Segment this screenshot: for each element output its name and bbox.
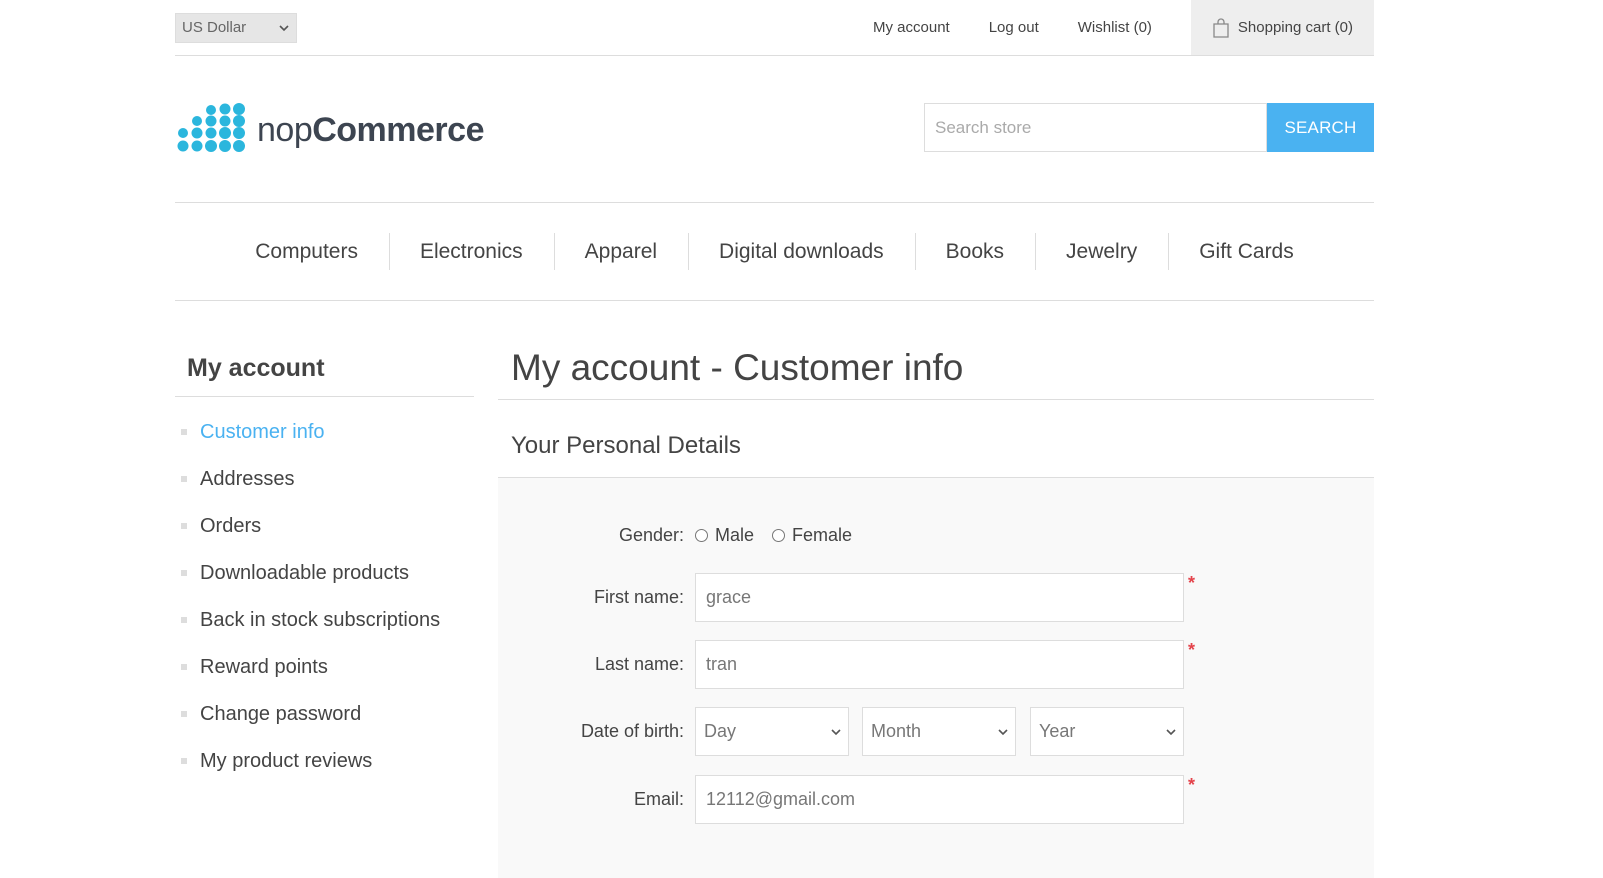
gender-female-option[interactable]: Female — [772, 525, 852, 546]
currency-value: US Dollar — [182, 19, 247, 36]
dob-month-select[interactable]: Month — [862, 707, 1016, 756]
menu-item-electronics[interactable]: Electronics — [388, 233, 554, 270]
top-menu: Computers Electronics Apparel Digital do… — [175, 202, 1374, 301]
logo-text: nopCommerce — [257, 110, 484, 149]
dob-label: Date of birth: — [580, 721, 684, 741]
dob-year-select[interactable]: Year — [1030, 707, 1184, 756]
dob-month-value: Month — [871, 721, 922, 741]
last-name-label: Last name: — [594, 654, 684, 674]
header-links: My account Log out Wishlist (0) Shopping… — [873, 0, 1374, 55]
header-links-bar: US Dollar My account Log out Wishlist (0… — [175, 0, 1374, 56]
email-label: Email: — [633, 789, 684, 809]
logout-link[interactable]: Log out — [989, 0, 1039, 55]
store-logo[interactable]: nopCommerce — [175, 100, 485, 160]
personal-details-form: Gender: Male Female First name: grace * — [498, 478, 1374, 878]
wishlist-link[interactable]: Wishlist (0) — [1078, 0, 1152, 55]
chevron-down-icon — [998, 729, 1008, 736]
gender-female-label: Female — [792, 525, 853, 545]
sidebar-item-customer-info[interactable]: Customer info — [175, 409, 474, 456]
search-button[interactable]: Search — [1267, 103, 1374, 152]
nopcommerce-logo-icon — [177, 103, 245, 152]
my-account-link[interactable]: My account — [873, 0, 950, 55]
first-name-label: First name: — [593, 587, 684, 607]
search-input[interactable]: Search store — [924, 103, 1267, 152]
menu-item-gift-cards[interactable]: Gift Cards — [1168, 233, 1325, 270]
sidebar-item-orders[interactable]: Orders — [175, 503, 474, 550]
sidebar-item-downloadable-products[interactable]: Downloadable products — [175, 550, 474, 597]
sidebar-list: Customer info Addresses Orders Downloada… — [175, 397, 474, 785]
dob-year-value: Year — [1039, 721, 1076, 741]
sidebar-item-addresses[interactable]: Addresses — [175, 456, 474, 503]
page-title: My account - Customer info — [498, 340, 1374, 400]
section-title: Your Personal Details — [498, 400, 1374, 478]
required-marker: * — [1188, 640, 1196, 660]
sidebar-item-back-in-stock[interactable]: Back in stock subscriptions — [175, 597, 474, 644]
shopping-cart-link[interactable]: Shopping cart (0) — [1190, 0, 1374, 55]
main-content: My account - Customer info Your Personal… — [498, 340, 1374, 878]
chevron-down-icon — [1166, 729, 1176, 736]
gender-label: Gender: — [618, 525, 684, 545]
menu-item-computers[interactable]: Computers — [224, 233, 389, 270]
gender-male-option[interactable]: Male — [695, 525, 754, 546]
gender-male-radio[interactable] — [695, 529, 708, 542]
search-box: Search store Search — [924, 103, 1374, 152]
shopping-cart-label: Shopping cart (0) — [1237, 19, 1353, 36]
menu-item-books[interactable]: Books — [914, 233, 1035, 270]
chevron-down-icon — [831, 729, 841, 736]
menu-item-jewelry[interactable]: Jewelry — [1035, 233, 1168, 270]
gender-male-label: Male — [715, 525, 755, 545]
sidebar-item-change-password[interactable]: Change password — [175, 691, 474, 738]
currency-select[interactable]: US Dollar — [175, 13, 297, 43]
required-marker: * — [1188, 775, 1196, 795]
required-marker: * — [1188, 573, 1196, 593]
account-sidebar: My account Customer info Addresses Order… — [175, 340, 474, 785]
menu-item-digital-downloads[interactable]: Digital downloads — [688, 233, 915, 270]
dob-day-value: Day — [704, 721, 737, 741]
gender-female-radio[interactable] — [772, 529, 786, 542]
first-name-field[interactable]: grace — [695, 573, 1184, 622]
sidebar-item-product-reviews[interactable]: My product reviews — [175, 738, 474, 785]
gender-options: Male Female — [695, 525, 870, 546]
menu-item-apparel[interactable]: Apparel — [553, 233, 688, 270]
last-name-field[interactable]: tran — [695, 640, 1184, 689]
sidebar-title: My account — [175, 340, 474, 397]
shopping-bag-icon — [1213, 17, 1229, 38]
chevron-down-icon — [279, 25, 289, 32]
dob-day-select[interactable]: Day — [695, 707, 849, 756]
sidebar-item-reward-points[interactable]: Reward points — [175, 644, 474, 691]
email-field[interactable]: 12112@gmail.com — [695, 775, 1184, 824]
